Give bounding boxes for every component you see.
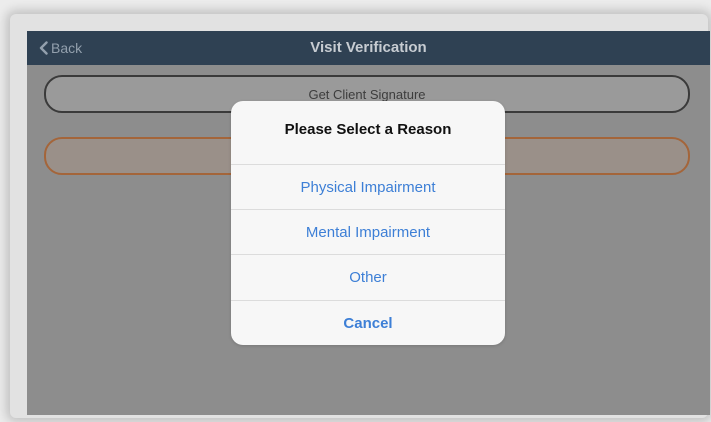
option-other[interactable]: Other	[231, 254, 505, 299]
dialog-title: Please Select a Reason	[284, 121, 452, 138]
option-physical-impairment[interactable]: Physical Impairment	[231, 164, 505, 209]
signature-button-label: Get Client Signature	[308, 86, 426, 102]
option-mental-impairment[interactable]: Mental Impairment	[231, 209, 505, 254]
page-title: Visit Verification	[310, 39, 427, 56]
cancel-button[interactable]: Cancel	[231, 300, 505, 345]
navigation-bar: Back Visit Verification	[27, 31, 710, 65]
reason-dialog: Please Select a Reason Physical Impairme…	[231, 101, 505, 345]
